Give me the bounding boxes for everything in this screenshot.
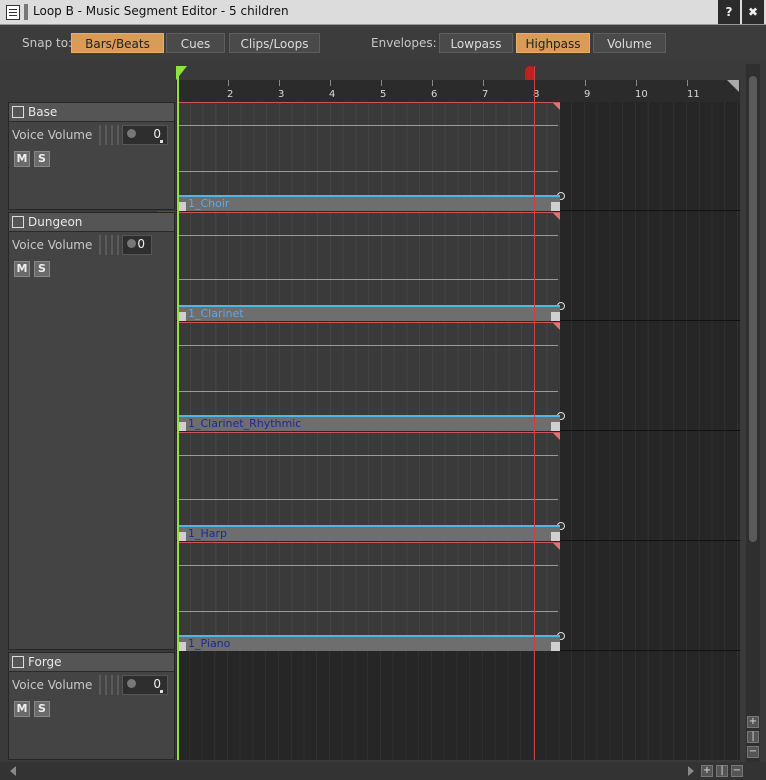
app-icon [6,5,20,20]
track-header-dungeon[interactable]: Dungeon Voice Volume 0 M S [8,212,175,650]
expand-icon[interactable] [12,216,24,228]
clip[interactable]: 1_Clarinet [177,212,565,321]
ruler-label: 5 [380,89,387,100]
clip[interactable]: 1_Clarinet_Rhythmic [177,322,565,431]
entry-line [177,66,179,760]
volume-fader[interactable] [99,675,119,695]
ruler-label: 4 [329,89,336,100]
snap-clips-loops-button[interactable]: Clips/Loops [229,33,320,53]
track-name: Base [28,105,58,119]
volume-value: 0 [153,127,161,141]
mute-button[interactable]: M [14,701,30,717]
title-grip[interactable] [24,4,28,20]
envelope-volume-button[interactable]: Volume [593,33,666,53]
horizontal-scrollbar[interactable]: + | − [0,762,766,780]
zoom-in-icon[interactable]: + [701,765,713,777]
expand-icon[interactable] [12,106,24,118]
track-name: Forge [28,655,62,669]
title-bar: Loop B - Music Segment Editor - 5 childr… [0,0,766,25]
solo-button[interactable]: S [34,151,50,167]
volume-knob[interactable]: 0 [122,235,152,255]
volume-value: 0 [153,677,161,691]
clip[interactable]: 1_Harp [177,432,565,541]
track-header-base[interactable]: Base Voice Volume 0 M S [8,102,175,210]
fit-vertical-icon[interactable]: | [747,731,759,743]
mute-button[interactable]: M [14,261,30,277]
ruler-corner-icon [727,80,739,92]
voice-volume-label: Voice Volume [12,128,93,142]
volume-knob[interactable]: 0 [122,675,168,695]
envelope-lowpass-button[interactable]: Lowpass [439,33,513,53]
zoom-out-icon[interactable]: − [747,746,759,758]
snap-label: Snap to: [22,36,73,50]
scroll-left-icon[interactable] [10,766,16,776]
ruler-label: 11 [687,89,700,100]
volume-fader[interactable] [99,125,119,145]
clip[interactable]: 1_Choir [177,102,565,211]
clip-label: 1_Choir [188,197,230,210]
toolbar: Snap to: Bars/Beats Cues Clips/Loops Env… [0,25,766,61]
solo-button[interactable]: S [34,261,50,277]
voice-volume-label: Voice Volume [12,238,93,252]
ruler-label: 3 [278,89,285,100]
clip[interactable]: 1_Piano [177,542,565,651]
voice-volume-label: Voice Volume [12,678,93,692]
track-name: Dungeon [28,215,83,229]
mute-button[interactable]: M [14,151,30,167]
expand-icon[interactable] [12,656,24,668]
envelope-highpass-button[interactable]: Highpass [516,33,590,53]
volume-fader[interactable] [99,235,119,255]
zoom-in-icon[interactable]: + [747,716,759,728]
solo-button[interactable]: S [34,701,50,717]
ruler-label: 10 [635,89,648,100]
scroll-right-icon[interactable] [688,766,694,776]
exit-line [534,66,535,760]
snap-bars-beats-button[interactable]: Bars/Beats [71,33,164,53]
ruler-label: 9 [584,89,591,100]
help-icon[interactable]: ? [718,0,740,24]
fit-horizontal-icon[interactable]: | [716,765,728,777]
ruler-label: 2 [227,89,234,100]
ruler-label: 6 [431,89,438,100]
clip-label: 1_Clarinet [188,307,244,320]
clip-label: 1_Piano [188,637,231,650]
track-header-forge[interactable]: Forge Voice Volume 0 M S [8,652,175,760]
clip-label: 1_Clarinet_Rhythmic [188,417,302,430]
envelopes-label: Envelopes: [371,36,437,50]
volume-value: 0 [137,237,145,251]
ruler-label: 7 [482,89,489,100]
timeline-ruler[interactable]: 2 3 4 5 6 7 8 9 10 11 [176,80,740,102]
vertical-scroll-thumb[interactable] [749,76,757,542]
timeline-area[interactable]: 1_Choir 1_Clarinet 1_Clarinet_Rhythmic 1… [176,102,740,760]
clip-label: 1_Harp [188,527,228,540]
zoom-out-icon[interactable]: − [731,765,743,777]
window-title: Loop B - Music Segment Editor - 5 childr… [33,4,289,18]
volume-knob[interactable]: 0 [122,125,168,145]
close-icon[interactable]: ✖ [742,0,764,24]
snap-cues-button[interactable]: Cues [166,33,225,53]
